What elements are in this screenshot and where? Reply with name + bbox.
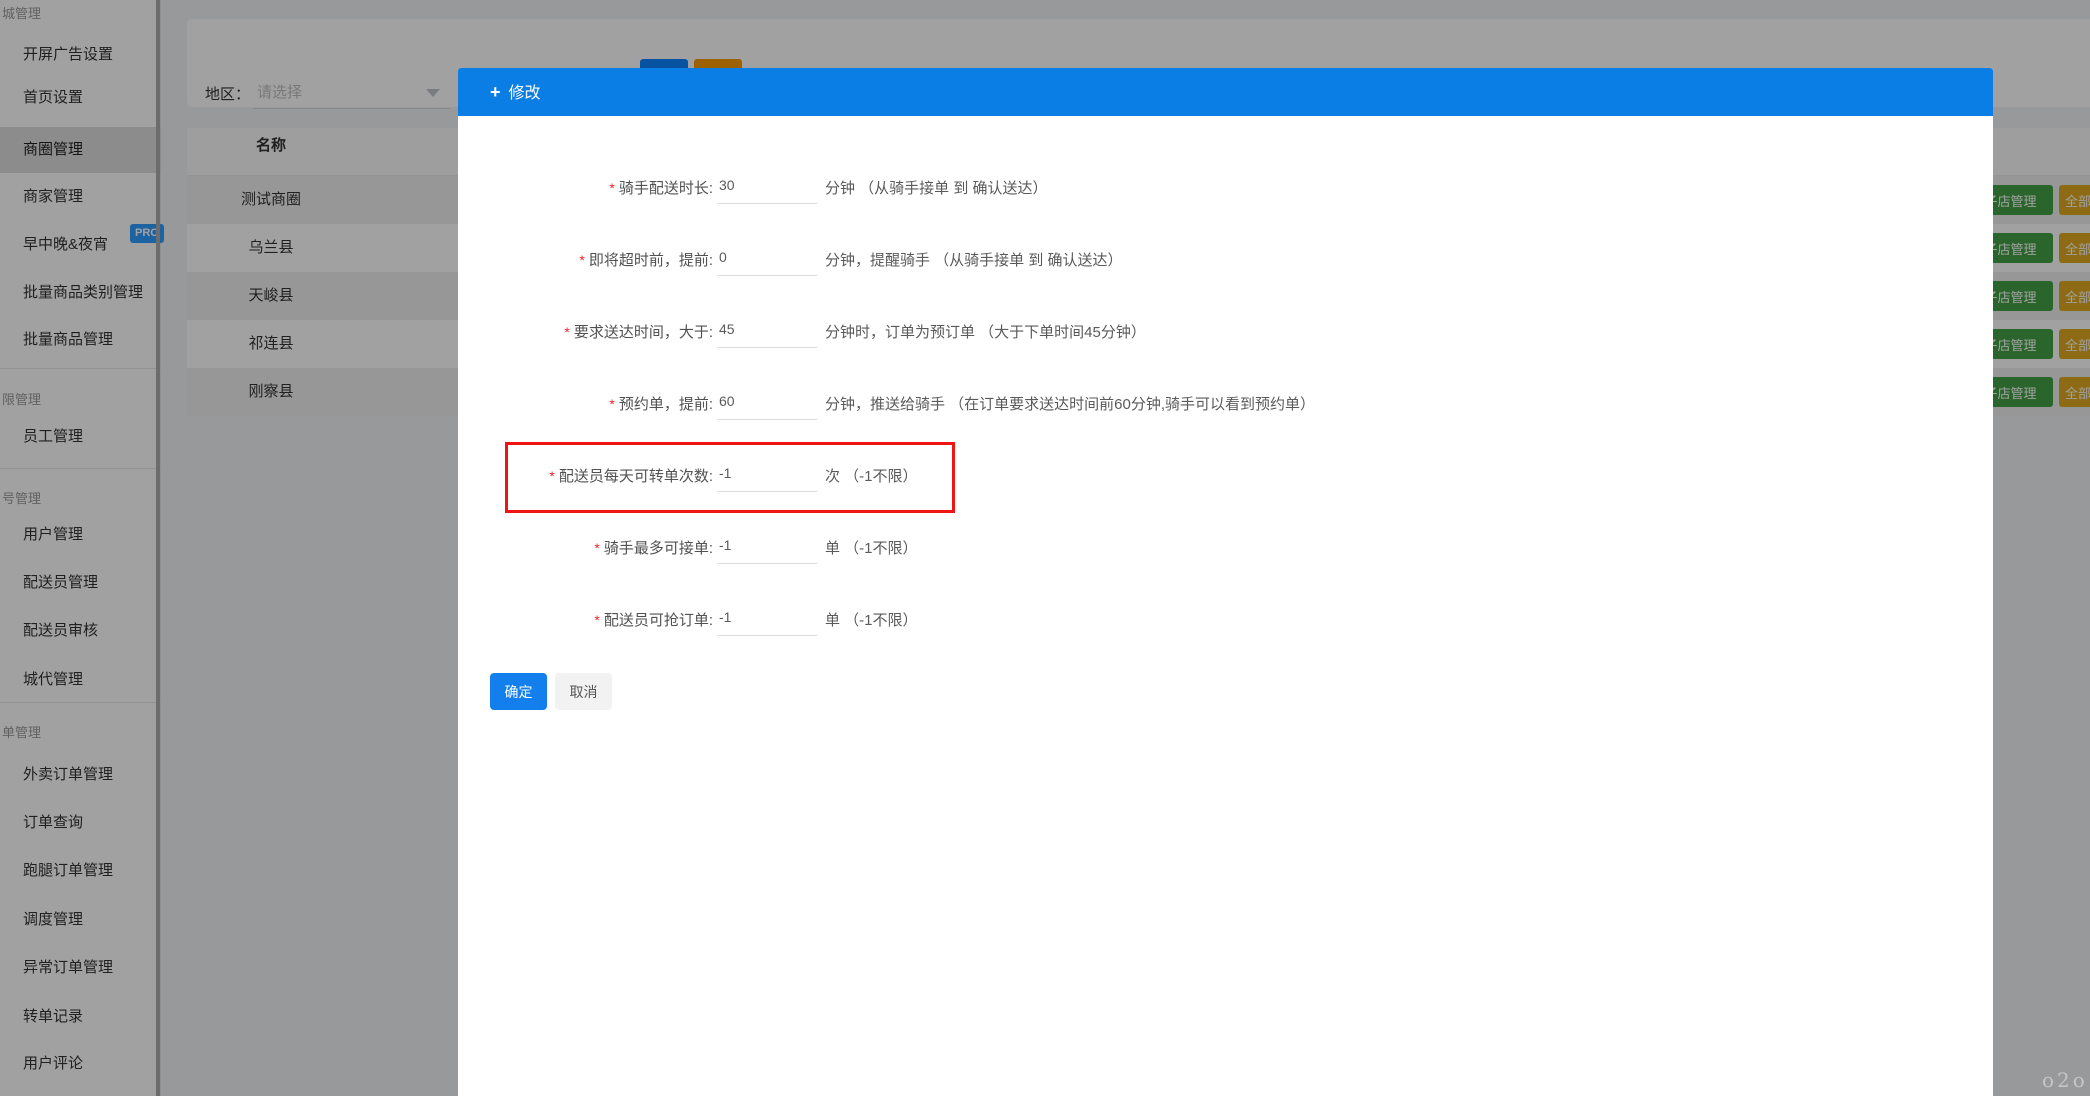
max-accept-input[interactable] (717, 530, 817, 564)
field-suffix: 次 （-1不限） (825, 467, 918, 485)
field-suffix: 分钟，提醒骑手 （从骑手接单 到 确认送达） (825, 251, 1123, 269)
field-suffix: 分钟 （从骑手接单 到 确认送达） (825, 179, 1048, 197)
required-mark: * (609, 395, 615, 412)
required-mark: * (549, 467, 555, 484)
required-mark: * (609, 179, 615, 196)
watermark: o2o (2042, 1068, 2088, 1092)
field-label: * 配送员每天可转单次数: (549, 467, 713, 485)
form-row-reservation-push: *预约单，提前: 分钟，推送给骑手 （在订单要求送达时间前60分钟,骑手可以看到… (458, 367, 1993, 439)
modal-title: 修改 (508, 85, 541, 102)
form-row-grab-limit: *配送员可抢订单: 单 （-1不限） (458, 583, 1993, 655)
field-label: * 预约单，提前: (609, 395, 713, 413)
field-suffix: 单 （-1不限） (825, 539, 918, 557)
required-mark: * (579, 251, 585, 268)
field-label: * 即将超时前，提前: (579, 251, 713, 269)
modal-footer: 确定 取消 (458, 673, 1993, 710)
plus-icon: + (490, 82, 501, 102)
field-suffix: 单 （-1不限） (825, 611, 918, 629)
required-mark: * (594, 539, 600, 556)
cancel-button[interactable]: 取消 (555, 673, 612, 710)
field-label: * 骑手最多可接单: (594, 539, 713, 557)
field-label: * 骑手配送时长: (609, 179, 713, 197)
field-suffix: 分钟，推送给骑手 （在订单要求送达时间前60分钟,骑手可以看到预约单） (825, 395, 1316, 413)
required-mark: * (594, 611, 600, 628)
field-label: * 要求送达时间，大于: (564, 323, 713, 341)
timeout-remind-input[interactable] (717, 242, 817, 276)
screen: 城管理 开屏广告设置 首页设置 商圈管理 商家管理 早中晚&夜宵 PRO 批量商… (0, 0, 2090, 1096)
modal-header: + 修改 (458, 68, 1993, 116)
modal-body: *骑手配送时长: 分钟 （从骑手接单 到 确认送达） *即将超时前，提前: 分钟… (458, 116, 1993, 710)
reservation-push-input[interactable] (717, 386, 817, 420)
required-mark: * (564, 323, 570, 340)
transfer-limit-input[interactable] (717, 458, 817, 492)
form-row-transfer-limit: *配送员每天可转单次数: 次 （-1不限） (458, 439, 1993, 511)
delivery-duration-input[interactable] (717, 170, 817, 204)
form-row-max-accept: *骑手最多可接单: 单 （-1不限） (458, 511, 1993, 583)
edit-modal: + 修改 *骑手配送时长: 分钟 （从骑手接单 到 确认送达） *即将超时前，提前… (458, 68, 1993, 1096)
preorder-threshold-input[interactable] (717, 314, 817, 348)
form-row-preorder-threshold: *要求送达时间，大于: 分钟时，订单为预订单 （大于下单时间45分钟） (458, 295, 1993, 367)
form-row-delivery-duration: *骑手配送时长: 分钟 （从骑手接单 到 确认送达） (458, 151, 1993, 223)
grab-limit-input[interactable] (717, 602, 817, 636)
confirm-button[interactable]: 确定 (490, 673, 547, 710)
field-suffix: 分钟时，订单为预订单 （大于下单时间45分钟） (825, 323, 1146, 341)
form-row-timeout-remind: *即将超时前，提前: 分钟，提醒骑手 （从骑手接单 到 确认送达） (458, 223, 1993, 295)
field-label: * 配送员可抢订单: (594, 611, 713, 629)
